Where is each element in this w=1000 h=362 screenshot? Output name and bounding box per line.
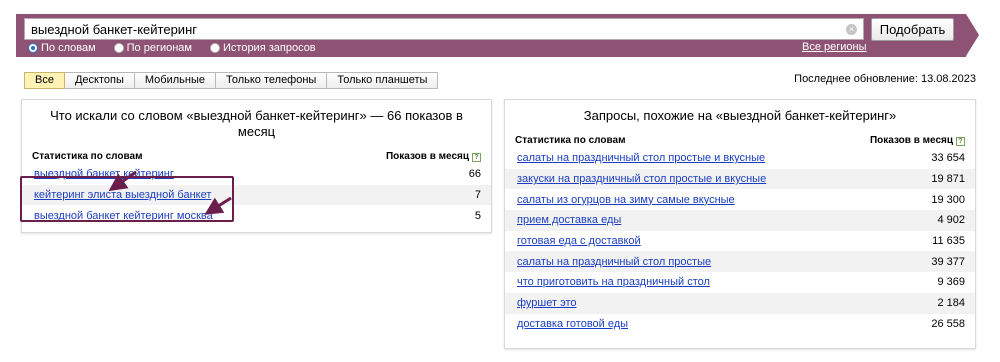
annotation-arrow	[204, 196, 232, 215]
annotation-arrows	[108, 170, 232, 215]
annotation-arrow	[108, 170, 137, 192]
